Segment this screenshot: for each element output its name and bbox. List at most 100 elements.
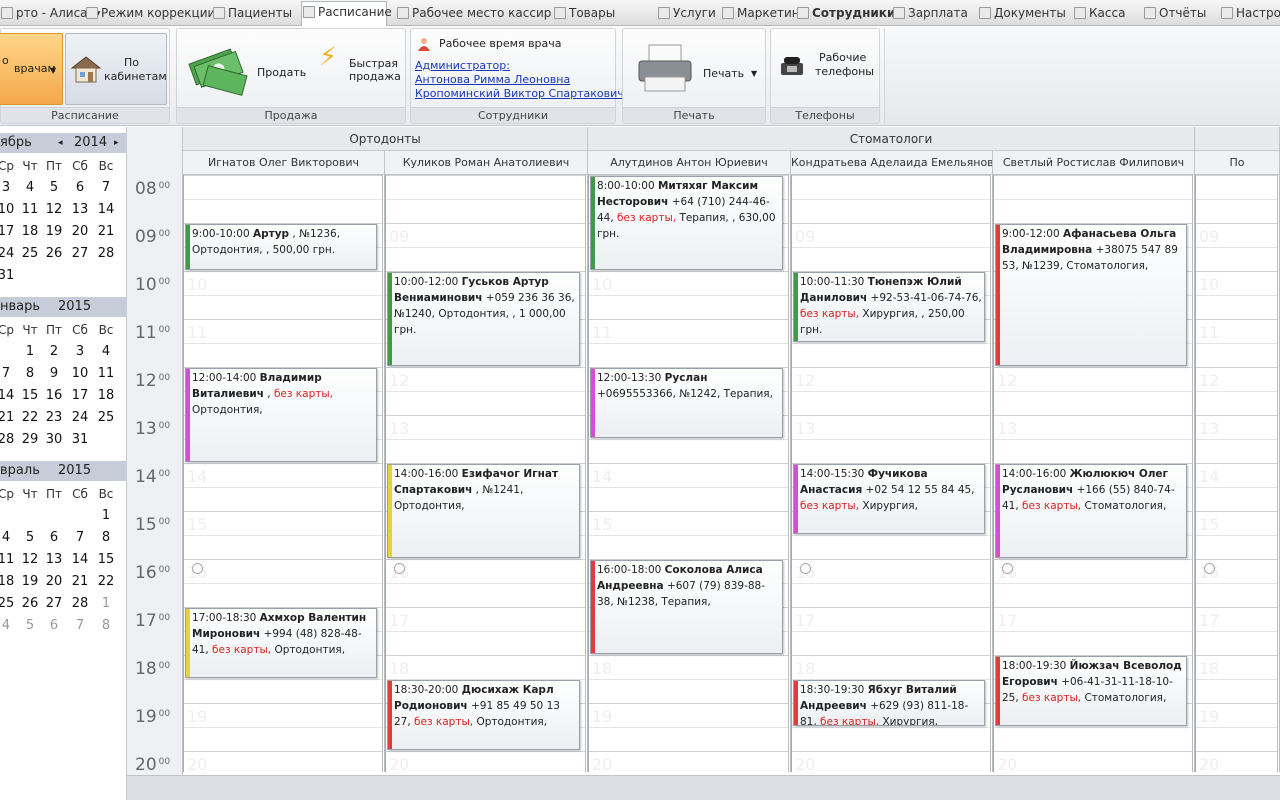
calendar-day[interactable]: 12 — [18, 549, 42, 571]
quick-sale-button[interactable]: ⚡ Быстрая продажа — [317, 35, 403, 105]
calendar-day[interactable]: 4 — [18, 177, 42, 199]
calendar-day[interactable]: 27 — [42, 593, 66, 615]
doctor-worktime-button[interactable]: Рабочее время врача — [417, 37, 613, 53]
appointment-card[interactable]: 10:00-12:00 Гуськов Артур Вениаминович +… — [387, 272, 580, 366]
horizontal-scrollbar[interactable] — [127, 775, 1280, 800]
appointment-card[interactable]: 8:00-10:00 Митяхяг Максим Несторович +64… — [590, 176, 783, 270]
calendar-day[interactable]: 3 — [0, 177, 18, 199]
module-tab-3[interactable]: Расписание — [301, 1, 392, 26]
calendar-day[interactable]: 16 — [42, 385, 66, 407]
calendar-day[interactable]: 31 — [0, 265, 18, 287]
calendar-day[interactable]: 15 — [18, 385, 42, 407]
module-tab-12[interactable]: Отчёты — [1143, 3, 1206, 23]
calendar-day[interactable]: 20 — [42, 571, 66, 593]
by-cabinets-button[interactable]: По кабинетам — [65, 33, 167, 105]
calendar-day[interactable]: 30 — [42, 429, 66, 451]
calendar-day[interactable]: 25 — [18, 243, 42, 265]
calendar-day[interactable]: 21 — [68, 571, 92, 593]
doctor-header[interactable]: Алутдинов Антон Юриевич — [588, 151, 791, 175]
calendar-day[interactable]: 22 — [94, 571, 118, 593]
doctor-header[interactable]: Кондратьева Аделаида Емельяновна — [791, 151, 993, 175]
calendar-day[interactable]: 4 — [0, 527, 18, 549]
appointment-card[interactable]: 10:00-11:30 Тюнепэж Юлий Данилович +92-5… — [793, 272, 985, 342]
calendar-day[interactable]: 24 — [68, 407, 92, 429]
doctor-header[interactable]: По — [1195, 151, 1280, 175]
calendar-day[interactable]: 14 — [94, 199, 118, 221]
module-tab-4[interactable]: Рабочее место кассир — [396, 3, 551, 23]
calendar-day[interactable]: 10 — [68, 363, 92, 385]
calendar-day[interactable]: 6 — [42, 527, 66, 549]
calendar-day[interactable]: 26 — [42, 243, 66, 265]
calendar-day[interactable]: 2 — [42, 341, 66, 363]
calendar-day[interactable]: 8 — [94, 527, 118, 549]
appointment-card[interactable]: 14:00-15:30 Фучикова Анастасия +02 54 12… — [793, 464, 985, 534]
calendar-day[interactable]: 23 — [42, 407, 66, 429]
calendar-day[interactable]: 21 — [0, 407, 18, 429]
print-button[interactable]: Печать ▼ — [627, 35, 761, 105]
module-tab-11[interactable]: Касса — [1073, 3, 1125, 23]
calendar-day[interactable]: 22 — [18, 407, 42, 429]
doctor-header[interactable]: Куликов Роман Анатолиевич — [385, 151, 588, 175]
calendar-day[interactable]: 7 — [0, 363, 18, 385]
module-tab-8[interactable]: Сотрудники — [796, 3, 895, 23]
by-doctors-button[interactable]: о врачам ▼ — [0, 33, 63, 105]
calendar-day[interactable]: 18 — [0, 571, 18, 593]
calendar-day[interactable]: 4 — [94, 341, 118, 363]
admin-link[interactable]: Администратор: — [415, 59, 510, 72]
calendar-day[interactable]: 3 — [68, 341, 92, 363]
calendar-day[interactable]: 28 — [0, 429, 18, 451]
next-month-arrow[interactable]: ▸ — [114, 133, 119, 153]
calendar-day[interactable]: 19 — [18, 571, 42, 593]
appointment-card[interactable]: 16:00-18:00 Соколова Алиса Андреевна +60… — [590, 560, 783, 654]
module-tab-2[interactable]: Пациенты — [212, 3, 292, 23]
appointment-card[interactable]: 17:00-18:30 Ахмхор Валентин Миронович +9… — [185, 608, 377, 678]
calendar-day[interactable]: 24 — [0, 243, 18, 265]
module-tab-10[interactable]: Документы — [978, 3, 1066, 23]
calendar-day[interactable]: 27 — [68, 243, 92, 265]
calendar-day[interactable]: 10 — [0, 199, 18, 221]
calendar-day[interactable]: 13 — [42, 549, 66, 571]
staff-link-kropominsky[interactable]: Кропоминский Виктор Спартакович — [415, 87, 624, 100]
appointment-card[interactable]: 14:00-16:00 Жюлюкюч Олег Русланович +166… — [995, 464, 1187, 558]
calendar-day[interactable]: 11 — [94, 363, 118, 385]
doctor-header[interactable]: Игнатов Олег Викторович — [183, 151, 385, 175]
calendar-day[interactable]: 29 — [18, 429, 42, 451]
module-tab-6[interactable]: Услуги — [657, 3, 716, 23]
calendar-day[interactable]: 5 — [18, 527, 42, 549]
calendar-day[interactable]: 28 — [94, 243, 118, 265]
calendar-day[interactable]: 7 — [68, 527, 92, 549]
appointment-card[interactable]: 9:00-12:00 Афанасьева Ольга Владимировна… — [995, 224, 1187, 366]
calendar-day[interactable]: 1 — [94, 505, 118, 527]
calendar-day[interactable]: 4 — [0, 615, 18, 637]
calendar-day[interactable]: 8 — [94, 615, 118, 637]
calendar-day[interactable]: 11 — [18, 199, 42, 221]
calendar-day[interactable]: 12 — [42, 199, 66, 221]
calendar-day[interactable]: 15 — [94, 549, 118, 571]
calendar-day[interactable]: 25 — [94, 407, 118, 429]
calendar-day[interactable]: 7 — [94, 177, 118, 199]
calendar-day[interactable]: 31 — [68, 429, 92, 451]
sell-button[interactable]: Продать — [183, 35, 311, 105]
calendar-day[interactable]: 26 — [18, 593, 42, 615]
work-phones-button[interactable]: Рабочие телефоны — [775, 49, 875, 89]
module-tab-5[interactable]: Товары — [553, 3, 615, 23]
calendar-day[interactable]: 14 — [68, 549, 92, 571]
calendar-day[interactable]: 14 — [0, 385, 18, 407]
appointment-card[interactable]: 9:00-10:00 Артур , №1236, Ортодонтия, , … — [185, 224, 377, 270]
appointment-card[interactable]: 12:00-14:00 Владимир Виталиевич , без ка… — [185, 368, 377, 462]
module-tab-13[interactable]: Настро — [1220, 3, 1280, 23]
module-tab-9[interactable]: Зарплата — [892, 3, 968, 23]
calendar-day[interactable]: 1 — [18, 341, 42, 363]
calendar-day[interactable]: 17 — [0, 221, 18, 243]
calendar-day[interactable]: 20 — [68, 221, 92, 243]
appointment-card[interactable]: 18:30-19:30 Ябхуг Виталий Андреевич +629… — [793, 680, 985, 726]
calendar-day[interactable]: 19 — [42, 221, 66, 243]
appointment-card[interactable]: 14:00-16:00 Езифачог Игнат Спартакович ,… — [387, 464, 580, 558]
module-tab-7[interactable]: Маркетинг — [721, 3, 806, 23]
calendar-day[interactable]: 9 — [42, 363, 66, 385]
module-tab-1[interactable]: Режим коррекции — [85, 3, 215, 23]
calendar-day[interactable]: 18 — [94, 385, 118, 407]
staff-link-antonova[interactable]: Антонова Римма Леоновна — [415, 73, 570, 86]
calendar-day[interactable]: 13 — [68, 199, 92, 221]
calendar-day[interactable]: 21 — [94, 221, 118, 243]
